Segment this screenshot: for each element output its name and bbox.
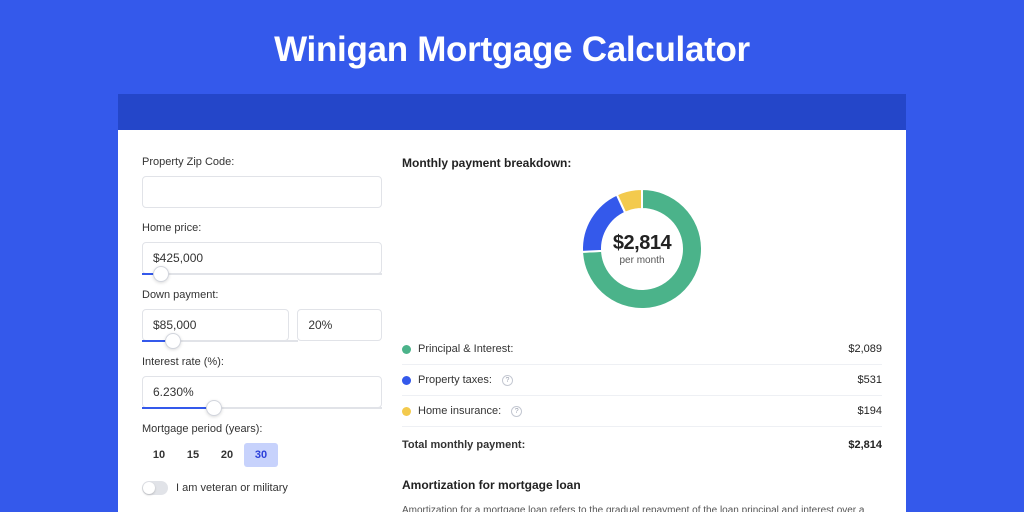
down-payment-amount-input[interactable] — [142, 309, 289, 341]
calculator-card: Property Zip Code: Home price: Down paym… — [118, 130, 906, 512]
veteran-row: I am veteran or military — [142, 481, 382, 495]
period-btn-10[interactable]: 10 — [142, 443, 176, 467]
legend-label: Principal & Interest: — [418, 343, 513, 355]
breakdown-title: Monthly payment breakdown: — [402, 156, 882, 170]
period-options: 10152030 — [142, 443, 382, 467]
info-icon[interactable]: ? — [502, 375, 513, 386]
period-btn-20[interactable]: 20 — [210, 443, 244, 467]
legend-row-0: Principal & Interest: $2,089 — [402, 334, 882, 365]
legend-label: Home insurance: — [418, 405, 501, 417]
legend-value: $2,089 — [848, 343, 882, 355]
period-label: Mortgage period (years): — [142, 423, 382, 435]
total-label: Total monthly payment: — [402, 439, 525, 451]
home-price-slider[interactable] — [142, 273, 382, 275]
veteran-toggle-thumb — [143, 482, 155, 494]
home-price-label: Home price: — [142, 222, 382, 234]
amortization-text: Amortization for a mortgage loan refers … — [402, 504, 882, 512]
form-panel: Property Zip Code: Home price: Down paym… — [142, 156, 382, 512]
legend-value: $194 — [858, 405, 882, 417]
interest-slider[interactable] — [142, 407, 382, 409]
breakdown-panel: Monthly payment breakdown: $2,814 per mo… — [402, 156, 882, 512]
legend: Principal & Interest: $2,089 Property taxe… — [402, 334, 882, 427]
legend-dot — [402, 407, 411, 416]
legend-dot — [402, 376, 411, 385]
zip-input[interactable] — [142, 176, 382, 208]
interest-input[interactable] — [142, 376, 382, 408]
legend-value: $531 — [858, 374, 882, 386]
page-title: Winigan Mortgage Calculator — [0, 0, 1024, 94]
period-btn-30[interactable]: 30 — [244, 443, 278, 467]
info-icon[interactable]: ? — [511, 406, 522, 417]
period-btn-15[interactable]: 15 — [176, 443, 210, 467]
interest-slider-thumb[interactable] — [206, 400, 222, 416]
veteran-toggle[interactable] — [142, 481, 168, 495]
interest-slider-fill — [142, 407, 214, 409]
interest-label: Interest rate (%): — [142, 356, 382, 368]
donut-amount: $2,814 — [613, 232, 671, 255]
legend-row-2: Home insurance:? $194 — [402, 396, 882, 427]
period-row-wrap: Mortgage period (years): 10152030 — [142, 423, 382, 467]
zip-label: Property Zip Code: — [142, 156, 382, 168]
down-payment-pct-input[interactable] — [297, 309, 382, 341]
legend-dot — [402, 345, 411, 354]
amortization-title: Amortization for mortgage loan — [402, 478, 882, 492]
veteran-label: I am veteran or military — [176, 482, 288, 494]
total-value: $2,814 — [848, 439, 882, 451]
total-row: Total monthly payment: $2,814 — [402, 427, 882, 460]
down-payment-slider[interactable] — [142, 340, 298, 342]
interest-row: Interest rate (%): — [142, 356, 382, 409]
home-price-row: Home price: — [142, 222, 382, 275]
legend-row-1: Property taxes:? $531 — [402, 365, 882, 396]
header-accent-bar — [118, 94, 906, 130]
down-payment-slider-thumb[interactable] — [165, 333, 181, 349]
zip-row: Property Zip Code: — [142, 156, 382, 208]
down-payment-row: Down payment: — [142, 289, 382, 342]
amortization-section: Amortization for mortgage loan Amortizat… — [402, 478, 882, 512]
home-price-input[interactable] — [142, 242, 382, 274]
down-payment-label: Down payment: — [142, 289, 382, 301]
donut-center: $2,814 per month — [613, 232, 671, 266]
donut-sub: per month — [613, 255, 671, 266]
legend-label: Property taxes: — [418, 374, 492, 386]
home-price-slider-thumb[interactable] — [153, 266, 169, 282]
donut-chart: $2,814 per month — [402, 184, 882, 314]
